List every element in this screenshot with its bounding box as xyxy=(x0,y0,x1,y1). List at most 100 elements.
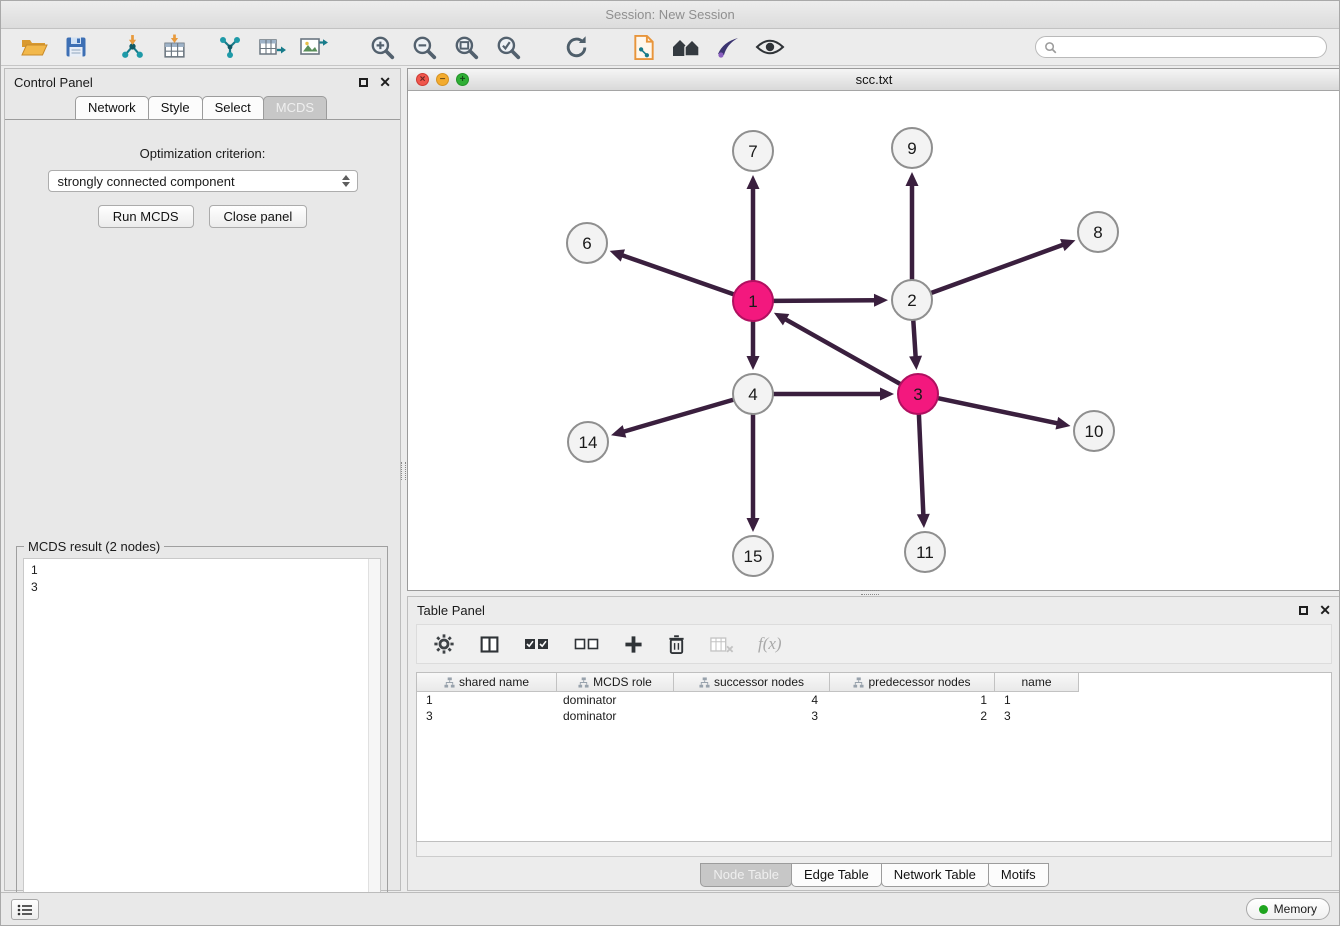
cell-name[interactable]: 1 xyxy=(995,692,1079,708)
float-table-panel-icon[interactable] xyxy=(1299,606,1308,615)
minimize-window-icon[interactable]: − xyxy=(436,73,449,86)
show-graphics-details-button[interactable] xyxy=(749,31,791,63)
network-window-titlebar: × − + scc.txt xyxy=(408,69,1340,91)
graph-edge-4-14[interactable] xyxy=(622,400,733,432)
unselect-all-icon xyxy=(574,635,600,653)
cell-shared-name[interactable]: 1 xyxy=(417,692,557,708)
horizontal-splitter-handle[interactable] xyxy=(861,590,879,595)
save-session-button[interactable] xyxy=(55,31,97,63)
tab-select[interactable]: Select xyxy=(202,96,264,119)
close-table-panel-icon[interactable]: ✕ xyxy=(1319,605,1331,615)
zoom-out-button[interactable] xyxy=(403,31,445,63)
column-header-mcds-role[interactable]: MCDS role xyxy=(557,673,674,692)
zoom-in-button[interactable] xyxy=(361,31,403,63)
result-scrollbar[interactable] xyxy=(368,559,380,918)
network-table-icon xyxy=(258,34,287,60)
cell-shared-name[interactable]: 3 xyxy=(417,708,557,724)
graph-edge-1-6[interactable] xyxy=(620,255,733,295)
export-image-button[interactable] xyxy=(293,31,335,63)
import-network-button[interactable] xyxy=(111,31,153,63)
table-horizontal-scrollbar[interactable] xyxy=(416,842,1332,857)
mcds-result-list[interactable]: 1 3 xyxy=(23,558,381,919)
vertical-splitter-handle[interactable] xyxy=(401,462,406,480)
graph-node-label-15: 15 xyxy=(744,547,763,566)
task-history-button[interactable] xyxy=(11,899,39,920)
column-header-name[interactable]: name xyxy=(995,673,1079,692)
tab-node-table[interactable]: Node Table xyxy=(700,863,792,887)
function-builder-button[interactable]: f(x) xyxy=(758,634,782,654)
cell-predecessor-nodes[interactable]: 2 xyxy=(830,708,995,724)
new-network-button[interactable] xyxy=(209,31,251,63)
graph-node-label-3: 3 xyxy=(913,385,922,404)
cell-name[interactable]: 3 xyxy=(995,708,1079,724)
tab-style[interactable]: Style xyxy=(148,96,203,119)
delete-rows-button[interactable] xyxy=(667,634,686,655)
column-header-shared-name[interactable]: shared name xyxy=(417,673,557,692)
column-label: predecessor nodes xyxy=(868,675,970,689)
import-table-button[interactable] xyxy=(153,31,195,63)
graph-arrowhead-3-11 xyxy=(917,514,930,528)
style-button[interactable] xyxy=(707,31,749,63)
zoom-fit-icon xyxy=(453,34,479,60)
zoom-selected-button[interactable] xyxy=(487,31,529,63)
table-row[interactable]: 1 dominator 4 1 1 xyxy=(417,692,1331,708)
graph-node-label-6: 6 xyxy=(582,234,591,253)
column-header-predecessor-nodes[interactable]: predecessor nodes xyxy=(830,673,995,692)
close-window-icon[interactable]: × xyxy=(416,73,429,86)
cell-predecessor-nodes[interactable]: 1 xyxy=(830,692,995,708)
network-document-button[interactable] xyxy=(623,31,665,63)
run-mcds-button[interactable]: Run MCDS xyxy=(98,205,194,228)
zoom-fit-button[interactable] xyxy=(445,31,487,63)
cell-successor-nodes[interactable]: 3 xyxy=(674,708,830,724)
tab-edge-table[interactable]: Edge Table xyxy=(791,863,882,887)
network-canvas[interactable]: 7968124314101511 xyxy=(408,91,1340,591)
select-stepper-icon xyxy=(342,175,350,187)
memory-button[interactable]: Memory xyxy=(1246,898,1330,920)
home-button[interactable] xyxy=(665,31,707,63)
graph-node-label-1: 1 xyxy=(748,292,757,311)
table-settings-button[interactable] xyxy=(433,633,455,655)
float-panel-icon[interactable] xyxy=(359,78,368,87)
tab-mcds[interactable]: MCDS xyxy=(263,96,327,119)
column-header-successor-nodes[interactable]: successor nodes xyxy=(674,673,830,692)
network-graph[interactable]: 7968124314101511 xyxy=(408,91,1340,591)
search-input[interactable] xyxy=(1063,40,1318,54)
tab-network-table[interactable]: Network Table xyxy=(881,863,989,887)
graph-edge-2-8[interactable] xyxy=(932,244,1065,293)
graph-edge-1-2[interactable] xyxy=(774,300,877,301)
refresh-button[interactable] xyxy=(555,31,597,63)
cell-mcds-role[interactable]: dominator xyxy=(557,708,674,724)
add-row-button[interactable] xyxy=(624,635,643,654)
graph-edge-3-11[interactable] xyxy=(919,415,924,517)
gear-icon xyxy=(433,633,455,655)
cell-mcds-role[interactable]: dominator xyxy=(557,692,674,708)
graph-edge-3-10[interactable] xyxy=(939,398,1060,423)
delete-column-button[interactable] xyxy=(710,635,734,654)
maximize-window-icon[interactable]: + xyxy=(456,73,469,86)
optimization-criterion-select[interactable]: strongly connected component xyxy=(48,170,358,192)
graph-edge-2-3[interactable] xyxy=(913,321,915,359)
table-panel: Table Panel ✕ xyxy=(407,596,1340,891)
search-field[interactable] xyxy=(1035,36,1327,58)
eye-icon xyxy=(755,38,785,56)
tab-network[interactable]: Network xyxy=(75,96,149,119)
select-all-button[interactable] xyxy=(524,635,550,653)
table-row[interactable]: 3 dominator 3 2 3 xyxy=(417,708,1331,724)
new-table-button[interactable] xyxy=(251,31,293,63)
cell-successor-nodes[interactable]: 4 xyxy=(674,692,830,708)
unselect-all-button[interactable] xyxy=(574,635,600,653)
show-columns-button[interactable] xyxy=(479,634,500,655)
column-label: MCDS role xyxy=(593,675,652,689)
close-panel-icon[interactable]: ✕ xyxy=(379,77,391,87)
graph-edge-3-1[interactable] xyxy=(783,318,899,384)
open-folder-icon xyxy=(20,35,48,59)
column-tree-icon xyxy=(444,677,455,688)
close-panel-button[interactable]: Close panel xyxy=(209,205,308,228)
status-bar: Memory xyxy=(1,892,1339,925)
tab-motifs[interactable]: Motifs xyxy=(988,863,1049,887)
zoom-out-icon xyxy=(411,34,437,60)
table-header-row: shared name MCDS role successor nodes pr… xyxy=(417,673,1331,692)
delete-column-icon xyxy=(710,635,734,654)
paintbrush-icon xyxy=(715,34,741,60)
open-session-button[interactable] xyxy=(13,31,55,63)
